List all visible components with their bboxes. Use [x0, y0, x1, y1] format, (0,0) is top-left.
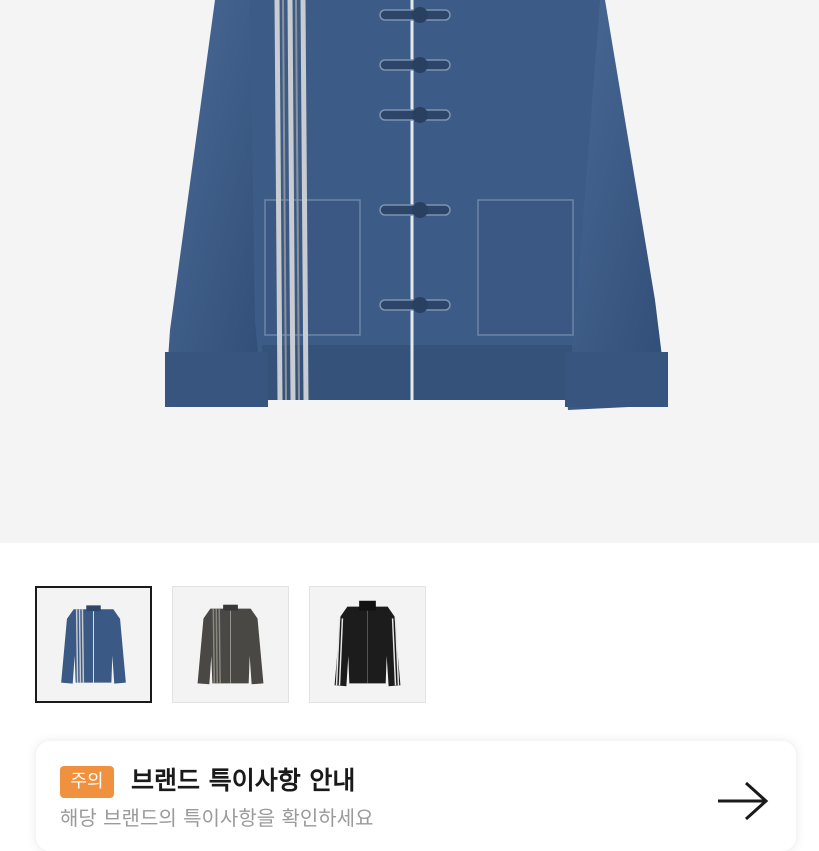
- arrow-right-icon[interactable]: [716, 779, 772, 823]
- black-track-jacket-thumbnail: [334, 600, 401, 687]
- denim-jacket-thumbnail: [61, 605, 126, 684]
- denim-jacket-photo: [165, 0, 668, 410]
- brand-notice-card[interactable]: 주의 브랜드 특이사항 안내 해당 브랜드의 특이사항을 확인하세요: [36, 741, 796, 851]
- thumbnail-3[interactable]: [309, 586, 426, 703]
- charcoal-jacket-thumbnail: [197, 604, 264, 685]
- thumbnail-2[interactable]: [172, 586, 289, 703]
- notice-title: 브랜드 특이사항 안내: [131, 766, 356, 795]
- product-main-image[interactable]: [0, 0, 819, 543]
- thumbnail-strip: [0, 543, 819, 743]
- notice-subtitle: 해당 브랜드의 특이사항을 확인하세요: [60, 806, 374, 830]
- caution-badge: 주의: [60, 766, 114, 798]
- thumbnail-1[interactable]: [35, 586, 152, 703]
